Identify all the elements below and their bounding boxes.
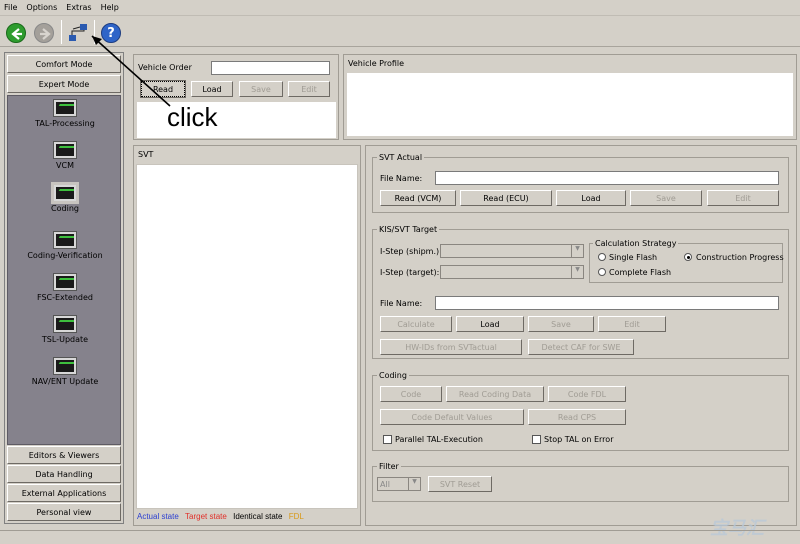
- annotation-click-label: click: [167, 102, 218, 132]
- legend-fdl: FDL: [288, 512, 304, 521]
- code-button[interactable]: Code: [380, 386, 442, 402]
- calculate-button[interactable]: Calculate: [380, 316, 452, 332]
- back-icon[interactable]: [6, 23, 26, 43]
- svt-reset-button[interactable]: SVT Reset: [428, 476, 492, 492]
- kis-file-input[interactable]: [435, 296, 779, 310]
- vehicle-order-load-button[interactable]: Load: [191, 81, 233, 97]
- istep-shipm-label: I-Step (shipm.):: [380, 247, 442, 256]
- module-tsl-update[interactable]: TSL-Update: [8, 316, 122, 344]
- sidebar: Comfort Mode Expert Mode TAL-Processing …: [4, 52, 124, 524]
- vehicle-profile-title: Vehicle Profile: [348, 59, 405, 68]
- kis-save-button[interactable]: Save: [528, 316, 594, 332]
- kis-file-label: File Name:: [380, 299, 423, 308]
- single-flash-radio[interactable]: [598, 253, 606, 261]
- external-applications-button[interactable]: External Applications: [7, 484, 121, 502]
- monitor-icon: [54, 274, 76, 290]
- legend-target: Target state: [185, 512, 227, 521]
- svt-actual-load-button[interactable]: Load: [556, 190, 626, 206]
- parallel-tal-label: Parallel TAL-Execution: [395, 435, 483, 444]
- monitor-icon: [54, 185, 76, 201]
- monitor-icon: [54, 142, 76, 158]
- svt-actual-title: SVT Actual: [377, 153, 425, 162]
- read-ecu-button[interactable]: Read (ECU): [460, 190, 552, 206]
- istep-shipm-select[interactable]: ▼: [440, 244, 584, 258]
- forward-icon[interactable]: [34, 23, 54, 43]
- chevron-down-icon: ▼: [408, 478, 420, 490]
- vehicle-order-edit-button[interactable]: Edit: [288, 81, 330, 97]
- monitor-icon: [54, 358, 76, 374]
- code-fdl-button[interactable]: Code FDL: [548, 386, 626, 402]
- svt-actual-edit-button[interactable]: Edit: [707, 190, 779, 206]
- filter-title: Filter: [377, 462, 401, 471]
- calculation-strategy-group: [589, 243, 783, 283]
- svt-tree[interactable]: [136, 164, 358, 509]
- stop-tal-checkbox[interactable]: [532, 435, 541, 444]
- monitor-icon: [54, 316, 76, 332]
- istep-target-label: I-Step (target):: [380, 268, 440, 277]
- detect-caf-button[interactable]: Detect CAF for SWE: [528, 339, 634, 355]
- module-coding-verification[interactable]: Coding-Verification: [8, 232, 122, 260]
- menu-help[interactable]: Help: [101, 3, 119, 12]
- filter-value: All: [380, 480, 390, 489]
- monitor-icon: [54, 232, 76, 248]
- complete-flash-label: Complete Flash: [609, 268, 672, 277]
- vehicle-profile-area: [346, 72, 794, 137]
- legend-identical: Identical state: [233, 512, 283, 521]
- calculation-strategy-title: Calculation Strategy: [593, 239, 679, 248]
- single-flash-label: Single Flash: [609, 253, 658, 262]
- svt-legend: Actual state Target state Identical stat…: [137, 512, 304, 521]
- menu-extras[interactable]: Extras: [66, 3, 91, 12]
- monitor-icon: [54, 100, 76, 116]
- module-fsc-extended[interactable]: FSC-Extended: [8, 274, 122, 302]
- status-bar: [0, 530, 800, 544]
- legend-actual: Actual state: [137, 512, 179, 521]
- svt-actual-save-button[interactable]: Save: [630, 190, 702, 206]
- svt-title: SVT: [138, 150, 154, 159]
- vehicle-order-save-button[interactable]: Save: [239, 81, 283, 97]
- chevron-down-icon: ▼: [571, 266, 583, 278]
- data-handling-button[interactable]: Data Handling: [7, 465, 121, 483]
- chevron-down-icon: ▼: [571, 245, 583, 257]
- module-coding[interactable]: Coding: [8, 185, 122, 213]
- personal-view-button[interactable]: Personal view: [7, 503, 121, 521]
- complete-flash-radio[interactable]: [598, 268, 606, 276]
- istep-target-select[interactable]: ▼: [440, 265, 584, 279]
- parallel-tal-checkbox[interactable]: [383, 435, 392, 444]
- hw-ids-button[interactable]: HW-IDs from SVTactual: [380, 339, 522, 355]
- kis-target-title: KIS/SVT Target: [377, 225, 440, 234]
- coding-title: Coding: [377, 371, 409, 380]
- stop-tal-label: Stop TAL on Error: [544, 435, 614, 444]
- read-vcm-button[interactable]: Read (VCM): [380, 190, 456, 206]
- construction-progress-radio[interactable]: [684, 253, 692, 261]
- menu-file[interactable]: File: [4, 3, 17, 12]
- module-vcm[interactable]: VCM: [8, 142, 122, 170]
- filter-select[interactable]: All ▼: [377, 477, 421, 491]
- vehicle-order-input[interactable]: [211, 61, 330, 75]
- annotation-arrow-icon: [91, 35, 171, 107]
- svt-actual-file-label: File Name:: [380, 174, 423, 183]
- expert-mode-panel: TAL-Processing VCM Coding Coding-Verific…: [7, 95, 121, 445]
- toolbar-separator: [61, 20, 62, 44]
- code-default-values-button[interactable]: Code Default Values: [380, 409, 524, 425]
- read-cps-button[interactable]: Read CPS: [528, 409, 626, 425]
- module-nav-ent-update[interactable]: NAV/ENT Update: [8, 358, 122, 386]
- editors-viewers-button[interactable]: Editors & Viewers: [7, 446, 121, 464]
- construction-progress-label: Construction Progress: [696, 253, 784, 262]
- kis-load-button[interactable]: Load: [456, 316, 524, 332]
- menu-bar: File Options Extras Help: [0, 0, 800, 16]
- read-coding-data-button[interactable]: Read Coding Data: [446, 386, 544, 402]
- menu-options[interactable]: Options: [26, 3, 57, 12]
- kis-edit-button[interactable]: Edit: [598, 316, 666, 332]
- svt-actual-file-input[interactable]: [435, 171, 779, 185]
